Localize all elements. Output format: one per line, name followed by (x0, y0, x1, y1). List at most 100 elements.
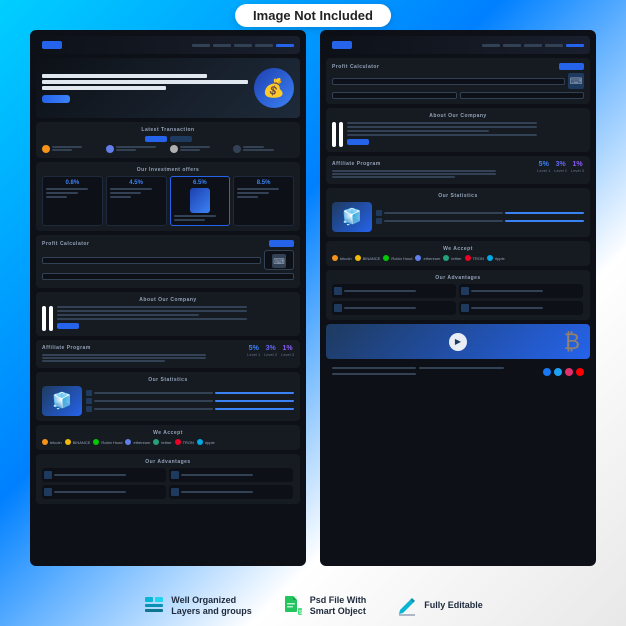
right-calc-input-2[interactable] (332, 92, 457, 99)
hero-title-lines (42, 74, 248, 90)
right-ripple-dot (487, 255, 493, 261)
affiliate-title: Affiliate Program (42, 345, 247, 351)
youtube-icon[interactable] (576, 368, 584, 376)
stat-line-3 (94, 408, 213, 410)
about-text-area (57, 306, 294, 331)
calc-input-1[interactable] (42, 257, 261, 264)
adv-fast (169, 468, 293, 482)
radv-label-2 (471, 290, 543, 292)
txn-ltc-lines (180, 146, 231, 152)
txn-line-1 (52, 146, 82, 148)
statistics-section: Our Statistics 🧊 (36, 372, 300, 421)
right-robinhood-label: Robin Hood (391, 256, 412, 261)
bitcoin-label: bitcoin (50, 440, 62, 445)
right-affiliate-section: Affiliate Program 5% Level 1 3% Level 2 (326, 156, 590, 184)
calc-input-2[interactable] (42, 273, 294, 280)
adv-security (42, 468, 166, 482)
right-stats-content: 🧊 (332, 202, 584, 232)
facebook-icon[interactable] (543, 368, 551, 376)
instagram-icon[interactable] (565, 368, 573, 376)
right-accept-ripple: ripple (487, 255, 505, 261)
right-level-1-label: Level 1 (537, 168, 550, 173)
txn-item-eth (106, 145, 167, 153)
right-stat-1 (376, 210, 584, 216)
right-tether-dot (443, 255, 449, 261)
eth-label: ethereum (133, 440, 150, 445)
robinhood-label: Robin Hood (101, 440, 122, 445)
statistics-3d-icon: 🧊 (42, 386, 82, 416)
profit-calc-header: Profit Calculator (42, 240, 294, 247)
level-3-pct: 1% (281, 345, 294, 352)
withdraw-button[interactable] (170, 136, 192, 142)
right-profit-calculator: Profit Calculator ⌨ (326, 58, 590, 104)
transaction-buttons (42, 136, 294, 142)
right-calc-input-1[interactable] (332, 78, 565, 85)
right-accept-bitcoin: bitcoin (332, 255, 352, 261)
badge-psd-text: Psd File With Smart Object (310, 595, 366, 618)
r-nav-dot-4 (545, 44, 563, 47)
latest-transaction-section: Latest Transaction (36, 122, 300, 158)
txn-ltc-line-2 (180, 149, 200, 151)
video-section[interactable]: ▶ ₿ (326, 324, 590, 359)
stat-row-2 (86, 398, 294, 404)
adv-fast-icon (171, 471, 179, 479)
right-level-3: 1% Level 3 (571, 161, 584, 173)
il-2 (46, 192, 78, 194)
twitter-icon[interactable] (554, 368, 562, 376)
right-calc-input-3[interactable] (460, 92, 585, 99)
right-about-text (347, 122, 584, 147)
adv-security-label (54, 474, 126, 476)
right-level-3-pct: 1% (571, 161, 584, 168)
at-4 (57, 318, 247, 320)
bitcoin-dot (42, 439, 48, 445)
right-about-content (332, 122, 584, 147)
at-2 (57, 310, 247, 312)
accept-tether: tether (153, 439, 171, 445)
hero-line-1 (42, 74, 207, 78)
r-nav-dot-2 (503, 44, 521, 47)
deposit-button[interactable] (145, 136, 167, 142)
level-2-label: Level 2 (264, 352, 277, 357)
il4-3 (237, 196, 258, 198)
we-accept-title: We Accept (42, 430, 294, 436)
right-accept-grid: bitcoin BINANCE Robin Hood ethereum teth… (332, 255, 584, 261)
rat-1 (347, 122, 537, 124)
right-binance-label: BINANCE (363, 256, 381, 261)
hero-cta-button[interactable] (42, 95, 70, 103)
other-icon (233, 145, 241, 153)
stat-icon-1 (86, 390, 92, 396)
radv-3 (332, 301, 456, 315)
stat-row-1 (86, 390, 294, 396)
level-3-label: Level 3 (281, 352, 294, 357)
profit-calc-button[interactable] (269, 240, 294, 247)
invest-card-3: 6.5% (170, 176, 231, 226)
adv-returns (169, 485, 293, 499)
il3-2 (174, 219, 206, 221)
il4-1 (237, 188, 279, 190)
affiliate-content: Affiliate Program 5% Level 1 3% Level 2 (42, 345, 294, 363)
r-nav-dot-3 (524, 44, 542, 47)
mockups-wrapper: 💰 Latest Transaction (30, 30, 596, 566)
il2-2 (110, 192, 142, 194)
right-we-accept-section: We Accept bitcoin BINANCE Robin Hood eth… (326, 241, 590, 266)
adv-returns-icon (171, 488, 179, 496)
right-about-btn[interactable] (347, 139, 369, 145)
adv-returns-label (181, 491, 253, 493)
il4-2 (237, 192, 269, 194)
hero-line-3 (42, 86, 166, 90)
play-button[interactable]: ▶ (449, 333, 467, 351)
svg-text:S: S (299, 610, 303, 616)
robinhood-dot (93, 439, 99, 445)
radv-1 (332, 284, 456, 298)
right-statistics-section: Our Statistics 🧊 (326, 188, 590, 237)
tether-label: tether (161, 440, 171, 445)
about-read-more-btn[interactable] (57, 323, 79, 329)
eth-dot (125, 439, 131, 445)
bottom-badges: Well Organized Layers and groups S Psd F… (30, 595, 596, 618)
right-profit-btn[interactable] (559, 63, 584, 70)
right-accept-tron: TRON (465, 255, 484, 261)
right-level-3-label: Level 3 (571, 168, 584, 173)
invest-pct-3: 6.5% (174, 180, 227, 186)
right-about-section: About Our Company (326, 108, 590, 152)
affiliate-levels: 5% Level 1 3% Level 2 1% Level 3 (247, 345, 294, 357)
